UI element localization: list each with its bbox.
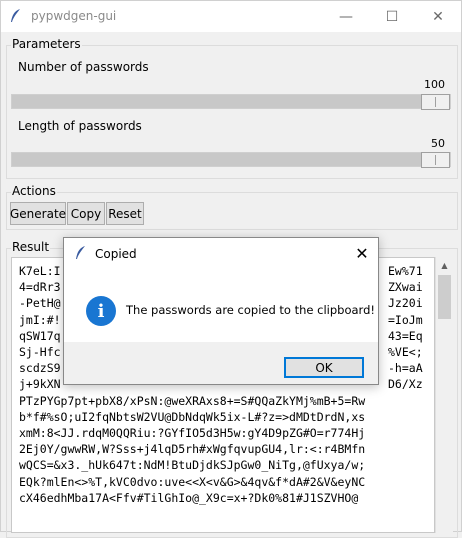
feather-app-icon — [76, 246, 85, 259]
feather-app-icon — [11, 9, 20, 22]
result-fragment: %VE<; — [388, 345, 423, 360]
result-fragment: Ew%71 — [388, 264, 423, 278]
dialog-title: Copied — [95, 247, 137, 261]
result-fragment: =IoJm — [388, 312, 423, 327]
ok-button[interactable]: OK — [284, 357, 364, 378]
number-of-passwords-slider[interactable] — [11, 94, 451, 110]
dialog-close-button[interactable]: ✕ — [346, 238, 378, 269]
window-title: pypwdgen-gui — [31, 9, 117, 23]
copy-button[interactable]: Copy — [67, 202, 105, 225]
result-fragment: -h=aA — [388, 361, 423, 376]
scroll-up-arrow-icon[interactable]: ▲ — [436, 257, 453, 274]
result-fragment: Jz20i — [388, 296, 423, 311]
length-of-passwords-slider[interactable] — [11, 152, 451, 168]
dialog-title-bar: Copied ✕ — [64, 238, 378, 269]
result-scrollbar[interactable]: ▲ — [435, 257, 453, 533]
result-fragment: D6/Xz — [388, 377, 423, 392]
reset-button[interactable]: Reset — [106, 202, 144, 225]
number-of-passwords-label: Number of passwords — [18, 60, 149, 74]
result-right-fragments: Ew%71 ZXwai Jz20i =IoJm 43=Eq %VE<; -h=a… — [388, 263, 434, 393]
maximize-button[interactable]: ☐ — [369, 1, 415, 32]
dialog-message: The passwords are copied to the clipboar… — [126, 303, 375, 317]
number-of-passwords-slider-thumb[interactable] — [421, 94, 450, 110]
length-of-passwords-label: Length of passwords — [18, 119, 142, 133]
minimize-button[interactable]: — — [323, 1, 369, 32]
info-icon: i — [86, 296, 116, 326]
parameters-legend: Parameters — [11, 37, 82, 51]
result-legend: Result — [11, 240, 51, 254]
generate-button[interactable]: Generate — [10, 202, 66, 225]
result-fragment: 43=Eq — [388, 328, 423, 343]
number-of-passwords-value: 100 — [424, 78, 445, 91]
result-fragment: ZXwai — [388, 280, 423, 295]
close-button[interactable]: ✕ — [415, 1, 461, 32]
title-bar: pypwdgen-gui — ☐ ✕ — [1, 1, 461, 32]
scrollbar-thumb[interactable] — [438, 275, 451, 319]
copied-dialog: Copied ✕ i The passwords are copied to t… — [63, 237, 379, 385]
length-of-passwords-slider-thumb[interactable] — [421, 152, 450, 168]
actions-legend: Actions — [11, 184, 57, 198]
length-of-passwords-value: 50 — [431, 137, 445, 150]
dialog-body: i The passwords are copied to the clipbo… — [64, 269, 378, 342]
